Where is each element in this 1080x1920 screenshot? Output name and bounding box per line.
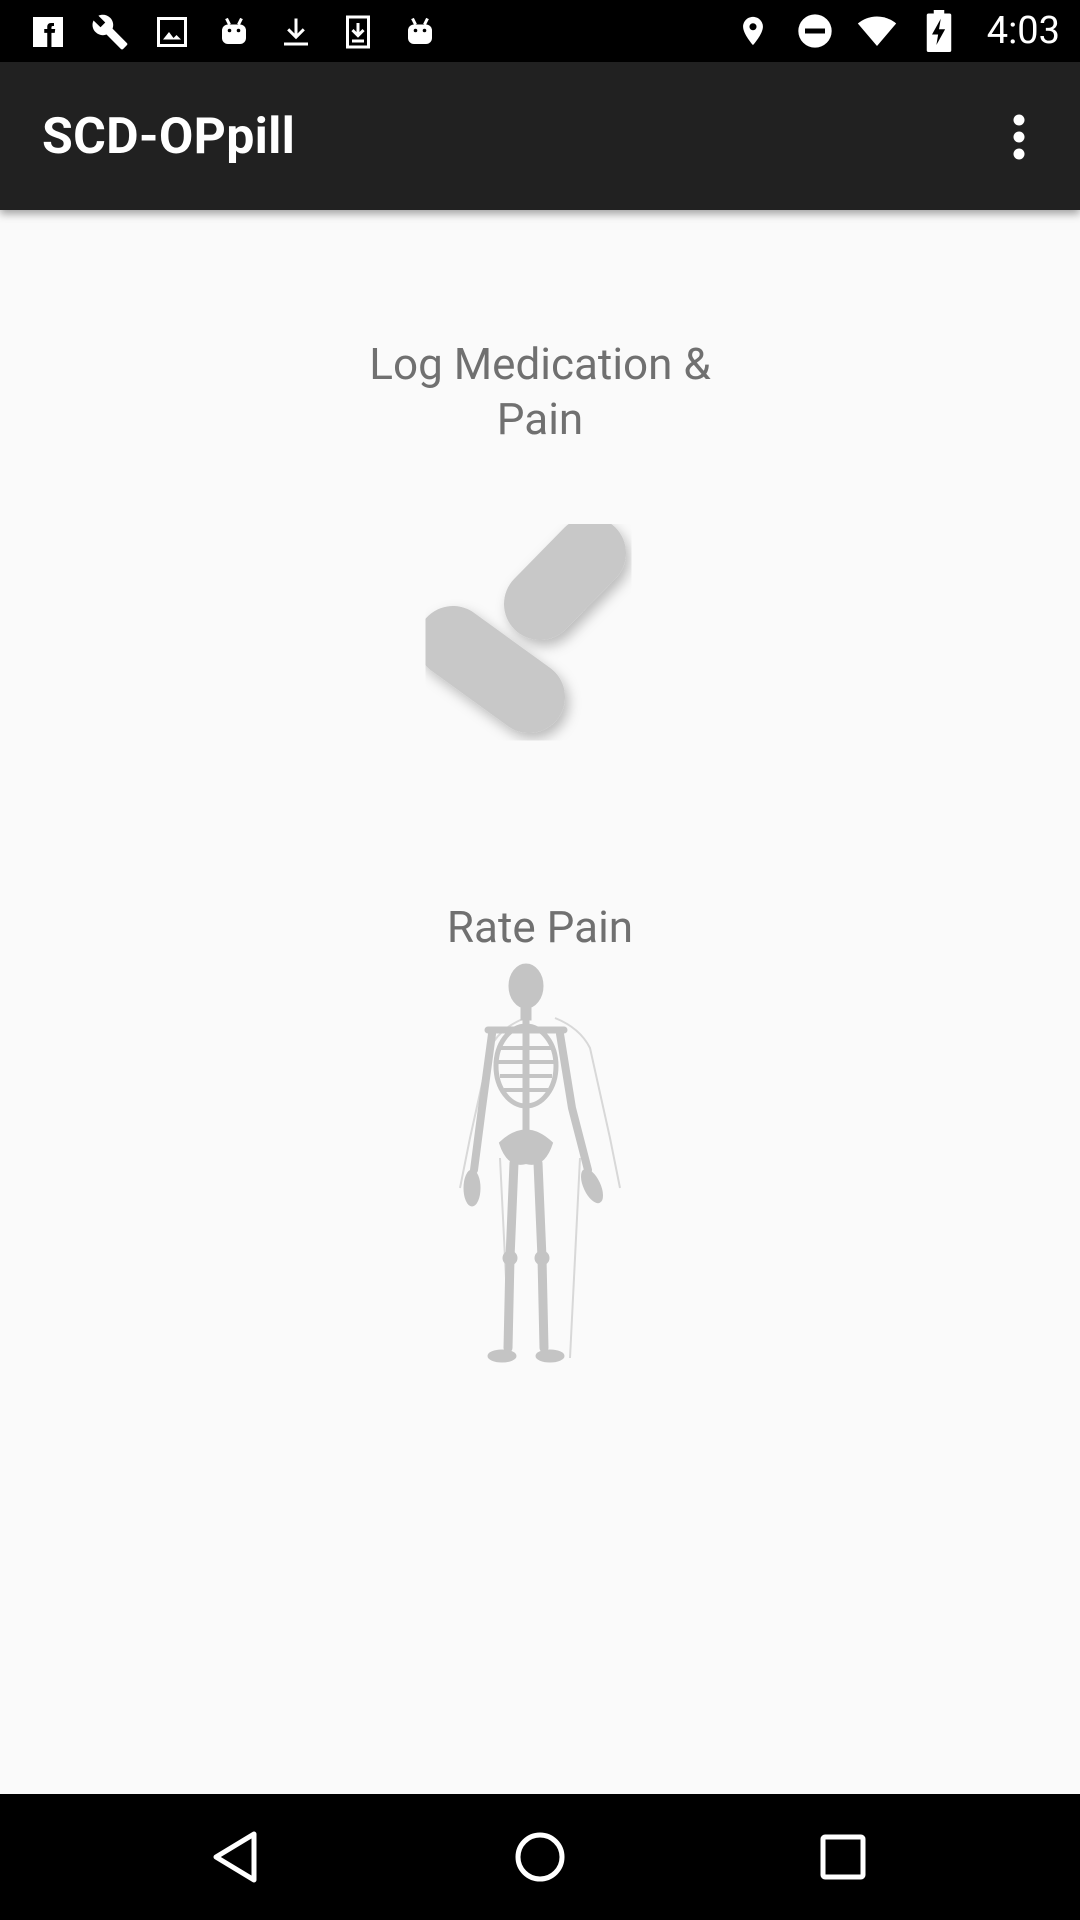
- skeleton-icon: [459, 963, 621, 1363]
- back-icon: [213, 1831, 257, 1883]
- wrench-icon: [90, 12, 130, 52]
- main-content: Log Medication & Pain Rate Pain: [0, 210, 1080, 1794]
- more-vert-icon: [1013, 114, 1025, 160]
- log-label-line2: Pain: [496, 393, 584, 445]
- rate-pain-label[interactable]: Rate Pain: [290, 900, 790, 955]
- navigation-bar: [0, 1794, 1080, 1920]
- back-button[interactable]: [200, 1822, 270, 1892]
- log-medication-button[interactable]: [400, 510, 680, 790]
- log-medication-label[interactable]: Log Medication & Pain: [290, 337, 790, 447]
- download-box-icon: [338, 12, 378, 52]
- android-icon: [214, 12, 254, 52]
- wifi-icon: [857, 11, 897, 51]
- app-title: SCD-OPpill: [42, 108, 296, 166]
- location-icon: [733, 11, 773, 51]
- log-label-line1: Log Medication &: [369, 338, 711, 390]
- status-bar: 4:03: [0, 0, 1080, 62]
- download-icon: [276, 12, 316, 52]
- home-icon: [515, 1832, 565, 1882]
- do-not-disturb-icon: [795, 11, 835, 51]
- recents-button[interactable]: [808, 1822, 878, 1892]
- notification-icons: [28, 10, 440, 54]
- overflow-menu-button[interactable]: [984, 102, 1054, 172]
- image-icon: [152, 12, 192, 52]
- android-icon: [400, 12, 440, 52]
- rate-pain-button[interactable]: [440, 958, 640, 1368]
- home-button[interactable]: [505, 1822, 575, 1892]
- system-status-icons: 4:03: [733, 8, 1060, 54]
- app-bar: SCD-OPpill: [0, 62, 1080, 210]
- facebook-icon: [28, 12, 68, 52]
- recents-icon: [820, 1834, 866, 1880]
- status-time: 4:03: [986, 9, 1060, 53]
- pills-icon: [417, 517, 626, 733]
- battery-charging-icon: [919, 10, 959, 52]
